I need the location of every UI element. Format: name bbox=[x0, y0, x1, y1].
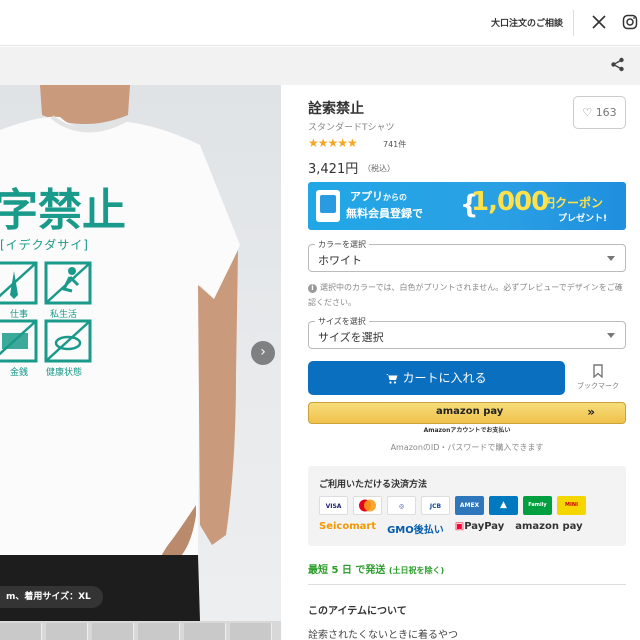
shipping-text: 最短 5 日 で発送 bbox=[308, 565, 386, 576]
card-logos: VISA ◎ JCB AMEX ▲ Family MINI bbox=[319, 496, 586, 515]
color-select-value: ホワイト bbox=[318, 254, 362, 267]
add-to-cart-button[interactable]: カートに入れる bbox=[308, 361, 565, 395]
svg-text:私生活: 私生活 bbox=[50, 308, 77, 320]
heart-icon: ♡ bbox=[582, 106, 593, 119]
model-tshirt-image: 字禁止 [イデクダサイ] 仕事 私生活 金銭 健康状態 bbox=[0, 85, 240, 621]
thumbnail-strip bbox=[0, 621, 281, 640]
amazon-pay-note: AmazonのID・パスワードで購入できます bbox=[390, 443, 544, 452]
model-size-caption: m、着用サイズ：XL bbox=[0, 586, 103, 608]
size-select-value: サイズを選択 bbox=[318, 331, 384, 344]
familymart-icon: Family bbox=[523, 496, 552, 515]
amazon-pay-logo: amazon pay bbox=[436, 406, 504, 417]
amex-icon: AMEX bbox=[455, 496, 484, 515]
seicomart-icon: Seicomart bbox=[319, 521, 377, 532]
thumbnail[interactable] bbox=[230, 623, 272, 640]
rating-stars[interactable]: ★★★★★ bbox=[308, 136, 358, 150]
favorite-count: 163 bbox=[595, 106, 617, 119]
promo-gift: プレゼント! bbox=[558, 214, 608, 224]
product-price: 3,421円 bbox=[308, 162, 359, 177]
svg-text:[イデクダサイ]: [イデクダサイ] bbox=[0, 237, 89, 252]
phone-icon bbox=[316, 190, 340, 222]
thumbnail[interactable] bbox=[92, 623, 134, 640]
size-select[interactable]: サイズを選択 サイズを選択 bbox=[308, 316, 626, 349]
instagram-icon[interactable] bbox=[622, 14, 638, 30]
paypay-icon: ▣PayPay bbox=[454, 521, 505, 532]
color-notice: i 選択中のカラーでは、白色がプリントされません。必ずプレビューでデザインをご確認… bbox=[308, 280, 626, 310]
thumbnail[interactable] bbox=[46, 623, 88, 640]
mastercard-icon bbox=[353, 496, 382, 515]
visa-icon: VISA bbox=[319, 496, 348, 515]
thumbnail[interactable] bbox=[138, 623, 180, 640]
svg-text:金銭: 金銭 bbox=[10, 366, 28, 378]
bookmark-label: ブックマーク bbox=[577, 382, 619, 390]
info-icon: i bbox=[308, 284, 317, 293]
promo-coupon: 円クーポン bbox=[543, 196, 604, 210]
favorite-button[interactable]: ♡ 163 bbox=[573, 96, 626, 129]
shipping-info: 最短 5 日 で発送 (土日祝を除く) bbox=[308, 561, 444, 576]
payment-methods-box: ご利用いただける決済方法 VISA ◎ JCB AMEX ▲ Family MI… bbox=[308, 466, 626, 546]
payment-methods-title: ご利用いただける決済方法 bbox=[319, 480, 428, 490]
next-image-button[interactable]: › bbox=[251, 341, 275, 365]
shipping-note: (土日祝を除く) bbox=[388, 566, 445, 575]
chevron-right-icon: › bbox=[260, 344, 266, 360]
promo-line1-suffix: からの bbox=[383, 193, 407, 202]
payment-service-logos: Seicomart GMO後払い ▣PayPay amazon pay bbox=[319, 521, 589, 536]
about-item-body: 詮索されたくないときに着るやつ bbox=[308, 630, 458, 640]
caret-down-icon bbox=[607, 333, 615, 338]
amazon-pay-caption: Amazonアカウントでお支払い bbox=[423, 427, 511, 434]
bookmark-button[interactable]: ブックマーク bbox=[573, 364, 623, 391]
about-item-title: このアイテムについて bbox=[308, 606, 407, 617]
review-count[interactable]: 741件 bbox=[383, 139, 406, 150]
promo-amount: 1,000 bbox=[471, 187, 549, 217]
amazon-pay-icon: amazon pay bbox=[515, 521, 583, 532]
promo-line2: 無料会員登録で bbox=[346, 207, 423, 220]
ministop-icon: MINI bbox=[557, 496, 586, 515]
amazon-pay-button[interactable]: amazon pay » bbox=[308, 402, 626, 424]
section-divider bbox=[308, 584, 626, 585]
print-title: 字禁止 bbox=[0, 185, 126, 236]
share-icon[interactable] bbox=[610, 57, 625, 72]
promo-line1: アプリ bbox=[350, 190, 383, 203]
bulk-order-link[interactable]: 大口注文のご相談 bbox=[491, 16, 563, 29]
double-chevron-icon: » bbox=[587, 405, 595, 419]
x-logo-icon[interactable] bbox=[592, 15, 606, 29]
cart-icon bbox=[386, 374, 398, 384]
header-divider bbox=[573, 10, 574, 36]
product-photo[interactable]: 字禁止 [イデクダサイ] 仕事 私生活 金銭 健康状態 bbox=[0, 85, 281, 621]
gmo-postpay-icon: GMO後払い bbox=[387, 525, 444, 536]
tax-label: （税込） bbox=[363, 164, 395, 173]
add-to-cart-label: カートに入れる bbox=[402, 371, 487, 385]
svg-text:健康状態: 健康状態 bbox=[46, 366, 82, 378]
svg-text:仕事: 仕事 bbox=[10, 308, 28, 320]
thumbnail[interactable] bbox=[0, 623, 42, 640]
top-header: 大口注文のご相談 bbox=[0, 0, 640, 46]
diners-icon: ◎ bbox=[387, 496, 416, 515]
color-notice-text: 選択中のカラーでは、白色がプリントされません。必ずプレビューでデザインをご確認く… bbox=[308, 283, 623, 307]
jcb-icon: JCB bbox=[421, 496, 450, 515]
color-select-label: カラーを選択 bbox=[315, 239, 369, 250]
breadcrumb-bar bbox=[0, 47, 640, 85]
lawson-icon: ▲ bbox=[489, 496, 518, 515]
size-select-label: サイズを選択 bbox=[315, 316, 369, 327]
thumbnail[interactable] bbox=[184, 623, 226, 640]
app-coupon-banner[interactable]: アプリからの 無料会員登録で { 1,000 円クーポン プレゼント! bbox=[308, 182, 626, 230]
bookmark-icon bbox=[593, 364, 603, 378]
caret-down-icon bbox=[607, 256, 615, 261]
product-title: 詮索禁止 bbox=[308, 101, 364, 117]
color-select[interactable]: カラーを選択 ホワイト bbox=[308, 239, 626, 272]
product-type[interactable]: スタンダードTシャツ bbox=[308, 120, 395, 133]
